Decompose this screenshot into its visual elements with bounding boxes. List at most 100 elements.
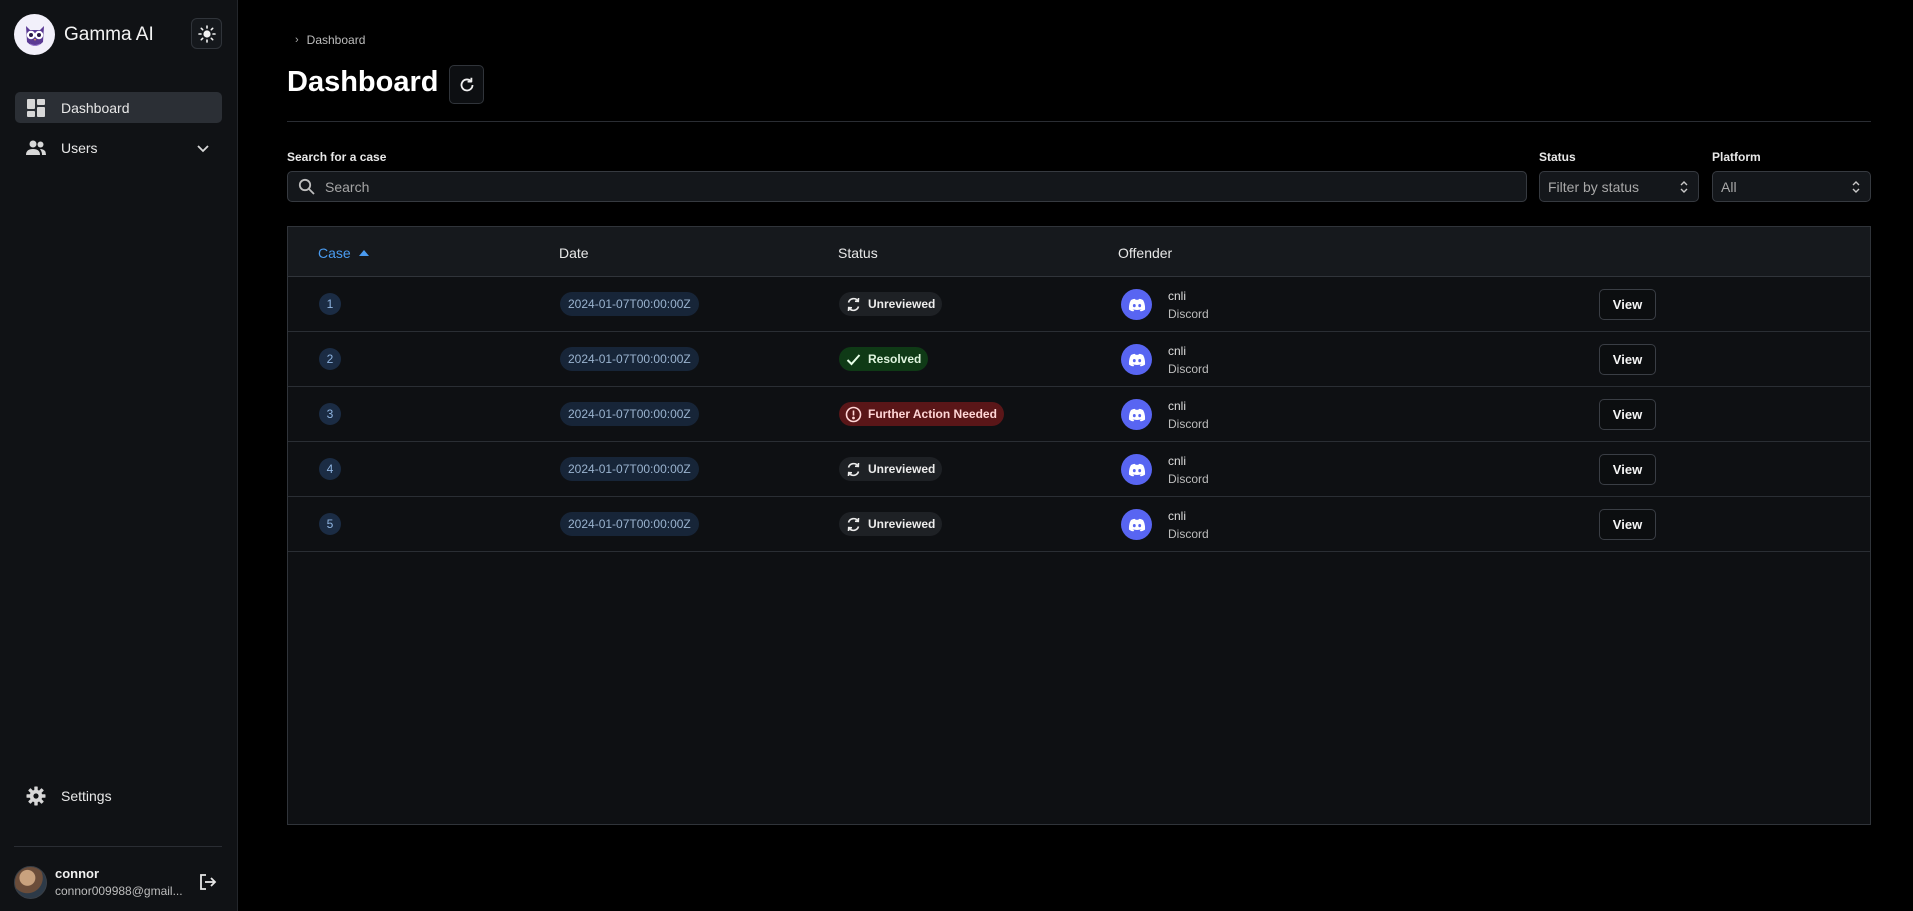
sync-icon [845, 516, 862, 533]
updown-chevron-icon [1680, 181, 1688, 193]
user-name: connor [55, 866, 100, 881]
offender-platform: Discord [1168, 527, 1209, 541]
view-button[interactable]: View [1599, 344, 1656, 375]
sidebar-item-settings[interactable]: Settings [15, 780, 222, 811]
breadcrumb-item-dashboard[interactable]: Dashboard [307, 33, 366, 47]
title-divider [287, 121, 1871, 122]
offender-name: cnli [1168, 344, 1187, 358]
case-number-badge[interactable]: 1 [319, 293, 341, 315]
status-label: Unreviewed [868, 517, 936, 531]
sync-icon [845, 296, 862, 313]
offender-name: cnli [1168, 509, 1187, 523]
search-field[interactable] [287, 171, 1527, 202]
date-chip: 2024-01-07T00:00:00Z [560, 402, 699, 426]
search-label: Search for a case [287, 150, 387, 164]
status-chip: Resolved [839, 347, 929, 371]
offender-platform: Discord [1168, 307, 1209, 321]
offender-platform: Discord [1168, 417, 1209, 431]
table-row: 3 2024-01-07T00:00:00Z Further Action Ne… [288, 387, 1870, 442]
sidebar-divider [14, 846, 222, 847]
sidebar-item-label: Dashboard [61, 99, 130, 116]
sun-icon [197, 24, 216, 43]
users-icon [25, 137, 47, 159]
theme-toggle-button[interactable] [191, 18, 222, 49]
case-number-badge[interactable]: 2 [319, 348, 341, 370]
case-number-badge[interactable]: 5 [319, 513, 341, 535]
platform-filter-select[interactable]: All [1712, 171, 1871, 202]
table-row: 1 2024-01-07T00:00:00Z Unreviewed cnli D… [288, 277, 1870, 332]
sidebar-item-label: Users [61, 139, 98, 156]
case-number-badge[interactable]: 3 [319, 403, 341, 425]
view-button[interactable]: View [1599, 509, 1656, 540]
chevron-right-icon: › [295, 34, 299, 46]
logout-icon[interactable] [198, 872, 218, 895]
date-chip: 2024-01-07T00:00:00Z [560, 292, 699, 316]
table-header: Case Date Status Offender [288, 227, 1870, 277]
platform-filter-value: All [1721, 178, 1737, 195]
table-row: 2 2024-01-07T00:00:00Z Resolved cnli Dis… [288, 332, 1870, 387]
table-row: 4 2024-01-07T00:00:00Z Unreviewed cnli D… [288, 442, 1870, 497]
case-number-badge[interactable]: 4 [319, 458, 341, 480]
user-profile: connor connor009988@gmail... [14, 862, 222, 902]
search-input[interactable] [325, 178, 1505, 195]
sort-ascending-icon [358, 250, 369, 256]
offender-name: cnli [1168, 289, 1187, 303]
discord-icon [1121, 289, 1152, 320]
app-name: Gamma AI [64, 23, 154, 45]
user-email: connor009988@gmail... [55, 884, 183, 898]
discord-icon [1121, 399, 1152, 430]
table-body: 1 2024-01-07T00:00:00Z Unreviewed cnli D… [288, 277, 1870, 552]
offender-platform: Discord [1168, 362, 1209, 376]
date-chip: 2024-01-07T00:00:00Z [560, 347, 699, 371]
status-filter-select[interactable]: Filter by status [1539, 171, 1699, 202]
status-label: Unreviewed [868, 297, 936, 311]
view-button[interactable]: View [1599, 399, 1656, 430]
avatar[interactable] [14, 865, 47, 899]
status-chip: Unreviewed [839, 512, 943, 536]
alert-circle-icon [845, 406, 862, 423]
updown-chevron-icon [1852, 181, 1860, 193]
date-chip: 2024-01-07T00:00:00Z [560, 457, 699, 481]
column-header-case[interactable]: Case [318, 245, 369, 261]
table-row: 5 2024-01-07T00:00:00Z Unreviewed cnli D… [288, 497, 1870, 552]
discord-icon [1121, 344, 1152, 375]
status-label: Resolved [868, 352, 922, 366]
status-chip: Unreviewed [839, 457, 943, 481]
column-header-offender[interactable]: Offender [1118, 245, 1172, 261]
view-button[interactable]: View [1599, 454, 1656, 485]
sidebar: Gamma AI Dashboard Users Settings connor… [0, 0, 238, 911]
discord-icon [1121, 454, 1152, 485]
gear-icon [25, 785, 47, 807]
column-header-status[interactable]: Status [838, 245, 878, 261]
settings-label: Settings [61, 787, 112, 804]
settings-nav: Settings [15, 780, 222, 820]
sidebar-nav: Dashboard Users [15, 92, 222, 172]
offender-name: cnli [1168, 399, 1187, 413]
sync-icon [845, 461, 862, 478]
date-chip: 2024-01-07T00:00:00Z [560, 512, 699, 536]
sidebar-item-users[interactable]: Users [15, 132, 222, 163]
offender-name: cnli [1168, 454, 1187, 468]
cases-table: Case Date Status Offender 1 2024-01-07T0… [287, 226, 1871, 825]
refresh-icon [460, 77, 473, 91]
page-title: Dashboard [287, 66, 439, 98]
chevron-down-icon[interactable] [196, 141, 210, 155]
check-icon [845, 351, 862, 368]
view-button[interactable]: View [1599, 289, 1656, 320]
column-header-date[interactable]: Date [559, 245, 589, 261]
dashboard-icon [25, 97, 47, 119]
sidebar-item-dashboard[interactable]: Dashboard [15, 92, 222, 123]
platform-filter-label: Platform [1712, 150, 1761, 164]
status-chip: Unreviewed [839, 292, 943, 316]
search-icon [298, 178, 315, 195]
status-chip: Further Action Needed [839, 402, 1004, 426]
breadcrumb: › Dashboard [295, 33, 365, 47]
brand[interactable]: Gamma AI [14, 14, 154, 55]
refresh-button[interactable] [449, 65, 484, 104]
owl-logo-icon [14, 14, 55, 55]
status-label: Unreviewed [868, 462, 936, 476]
status-filter-label: Status [1539, 150, 1576, 164]
status-label: Further Action Needed [868, 407, 997, 421]
offender-platform: Discord [1168, 472, 1209, 486]
discord-icon [1121, 509, 1152, 540]
